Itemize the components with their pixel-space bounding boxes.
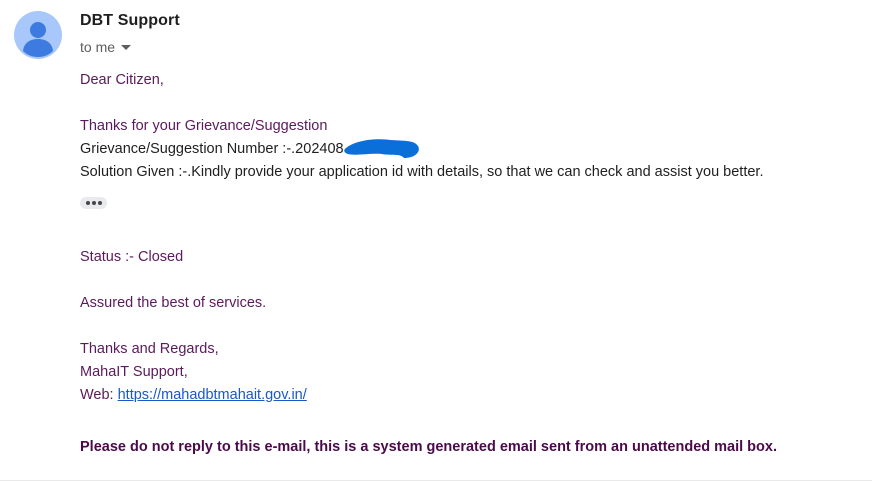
sender-name: DBT Support xyxy=(80,12,180,29)
dot-icon xyxy=(85,201,90,205)
org-line: MahaIT Support, xyxy=(80,364,188,380)
show-trimmed-content-button[interactable] xyxy=(80,197,107,209)
no-reply-warning: Please do not reply to this e-mail, this… xyxy=(80,439,777,455)
recipient-label: to me xyxy=(80,39,116,55)
person-icon xyxy=(14,11,62,59)
grievance-number-line: Grievance/Suggestion Number :-.202408 xyxy=(80,139,420,158)
redaction-mark xyxy=(342,139,420,158)
dot-icon xyxy=(97,201,102,205)
grievance-number: Grievance/Suggestion Number :-.202408 xyxy=(80,141,344,157)
thanks-line: Thanks for your Grievance/Suggestion xyxy=(80,118,328,134)
dot-icon xyxy=(91,201,96,205)
solution-line: Solution Given :-.Kindly provide your ap… xyxy=(80,164,764,180)
regards-line: Thanks and Regards, xyxy=(80,341,219,357)
greeting: Dear Citizen, xyxy=(80,72,164,88)
email-view: DBT Support to me Dear Citizen, Thanks f… xyxy=(0,0,872,482)
status-line: Status :- Closed xyxy=(80,249,184,265)
assured-line: Assured the best of services. xyxy=(80,295,267,311)
web-label: Web: xyxy=(80,387,118,403)
chevron-down-icon xyxy=(121,44,132,50)
recipient-dropdown[interactable]: to me xyxy=(80,39,132,55)
divider xyxy=(0,480,872,481)
website-link[interactable]: https://mahadbtmahait.gov.in/ xyxy=(118,387,307,403)
sender-avatar[interactable] xyxy=(14,11,62,59)
web-line: Web: https://mahadbtmahait.gov.in/ xyxy=(80,387,307,403)
